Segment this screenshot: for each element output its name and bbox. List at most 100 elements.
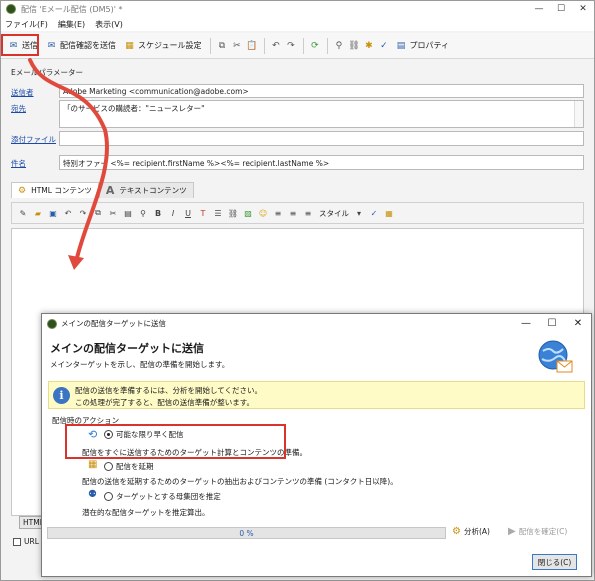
spellcheck-icon[interactable]: ✓ <box>367 204 381 222</box>
close-button[interactable]: ✕ <box>572 1 594 17</box>
redo-icon[interactable]: ↷ <box>76 204 90 222</box>
properties-button[interactable]: ▤ プロパティ <box>392 37 452 55</box>
to-field[interactable]: 「のサービスの購読者："ニュースレター" <box>59 100 584 128</box>
tab-html-label: HTML コンテンツ <box>31 186 92 195</box>
subject-field[interactable]: 特別オファー <%= recipient.firstName %><%= rec… <box>59 155 584 170</box>
schedule-button[interactable]: ▦ スケジュール設定 <box>121 37 204 55</box>
attachment-label[interactable]: 添付ファイル <box>11 131 59 145</box>
tab-html-content[interactable]: ⚙ HTML コンテンツ <box>11 182 99 198</box>
dialog-close-button[interactable]: ✕ <box>565 314 591 333</box>
tab-text-label: テキストコンテンツ <box>119 186 187 195</box>
send-proof-label: 配信確認を送信 <box>60 41 116 50</box>
dialog-subheading: メインターゲットを示し、配信の準備を開始します。 <box>50 360 230 369</box>
subject-label[interactable]: 件名 <box>11 155 59 169</box>
link-icon[interactable]: ⛓ <box>226 204 240 222</box>
to-field-scrollbar[interactable] <box>574 101 583 127</box>
align-right-icon[interactable]: ≡ <box>301 204 315 222</box>
smiley-icon[interactable]: ☺ <box>256 204 270 222</box>
to-row: 宛先 「のサービスの購読者："ニュースレター" <box>11 100 584 128</box>
attachment-row: 添付ファイル <box>11 131 584 146</box>
undo-icon[interactable]: ↶ <box>269 37 282 55</box>
calendar-icon: ▦ <box>125 40 134 51</box>
analyze-label: 分析(A) <box>463 527 490 536</box>
save-icon[interactable]: ▣ <box>46 204 60 222</box>
asap-highlight-box <box>65 424 286 459</box>
calendar-icon: ▦ <box>88 459 98 470</box>
chevron-down-icon[interactable]: ▾ <box>352 204 366 222</box>
text-color-icon[interactable]: T <box>196 204 210 222</box>
dialog-title: メインの配信ターゲットに送信 <box>61 319 166 328</box>
link-icon[interactable]: ⛓ <box>347 37 360 55</box>
copy-icon[interactable]: ⧉ <box>91 204 105 222</box>
option-postpone[interactable]: 配信を延期 <box>104 461 154 472</box>
estimate-option-icon-wrap: ⚉ <box>88 489 97 500</box>
bold-icon[interactable]: B <box>151 204 165 222</box>
from-row: 送信者 Adobe Marketing <communication@adobe… <box>11 84 584 98</box>
editor-toolbar: ✎ ▰ ▣ ↶ ↷ ⧉ ✂ ▤ ⚲ B I U T ☰ ⛓ ▨ ☺ ≡ ≡ ≡ … <box>11 202 584 224</box>
cut-icon[interactable]: ✂ <box>230 37 243 55</box>
app-icon <box>47 318 57 329</box>
cut-icon[interactable]: ✂ <box>106 204 120 222</box>
open-folder-icon[interactable]: ▰ <box>31 204 45 222</box>
clipboard-icon: ▤ <box>396 40 406 51</box>
radio-postpone[interactable] <box>104 462 113 471</box>
italic-icon[interactable]: I <box>166 204 180 222</box>
menu-bar: ファイル(F) 編集(E) 表示(V) <box>1 17 594 31</box>
style-dropdown[interactable]: スタイル <box>319 208 349 219</box>
menu-view[interactable]: 表示(V) <box>95 19 123 30</box>
align-center-icon[interactable]: ≡ <box>286 204 300 222</box>
dialog-minimize-button[interactable]: — <box>513 314 539 333</box>
check-icon[interactable]: ✓ <box>377 37 390 55</box>
confirm-delivery-button[interactable]: ▶ 配信を確定(C) <box>508 526 567 537</box>
progress-bar: 0 % <box>47 527 446 539</box>
analyze-button[interactable]: ⚙ 分析(A) <box>452 526 490 537</box>
refresh-icon[interactable]: ⟳ <box>308 37 321 55</box>
paste-icon[interactable]: ▤ <box>121 204 135 222</box>
option-estimate-label: ターゲットとする母集団を推定 <box>116 492 221 501</box>
menu-file[interactable]: ファイル(F) <box>5 19 48 30</box>
confirm-delivery-label: 配信を確定(C) <box>518 527 568 536</box>
align-left-icon[interactable]: ≡ <box>271 204 285 222</box>
letter-a-icon: A <box>105 184 115 197</box>
personalization-icon[interactable]: ✱ <box>362 37 375 55</box>
underline-icon[interactable]: U <box>181 204 195 222</box>
to-label[interactable]: 宛先 <box>11 100 59 114</box>
progress-label: 0 % <box>239 528 254 538</box>
copy-icon[interactable]: ⧉ <box>215 37 228 55</box>
attachment-field[interactable] <box>59 131 584 146</box>
info-icon: i <box>53 387 70 404</box>
radio-estimate[interactable] <box>104 492 113 501</box>
close-dialog-button[interactable]: 閉じる(C) <box>532 554 577 570</box>
dialog-titlebar: メインの配信ターゲットに送信 — ☐ ✕ <box>42 314 591 333</box>
send-highlight-box <box>1 34 39 56</box>
image-icon[interactable]: ▨ <box>241 204 255 222</box>
dialog-maximize-button[interactable]: ☐ <box>539 314 565 333</box>
content-tabs: ⚙ HTML コンテンツ A テキストコンテンツ <box>11 182 194 198</box>
main-toolbar: ✉ 送信 ✉ 配信確認を送信 ▦ スケジュール設定 ⧉ ✂ 📋 ↶ ↷ ⟳ ⚲ … <box>1 33 594 59</box>
new-document-icon[interactable]: ✎ <box>16 204 30 222</box>
toolbar-divider <box>210 37 212 54</box>
url-checkbox[interactable] <box>13 537 21 546</box>
menu-edit[interactable]: 編集(E) <box>58 19 85 30</box>
undo-icon[interactable]: ↶ <box>61 204 75 222</box>
minimize-button[interactable]: — <box>528 1 550 17</box>
from-field[interactable]: Adobe Marketing <communication@adobe.com… <box>59 84 584 98</box>
find-icon[interactable]: ⚲ <box>136 204 150 222</box>
globe-mail-icon <box>538 340 573 373</box>
maximize-button[interactable]: ☐ <box>550 1 572 17</box>
tab-text-content[interactable]: A テキストコンテンツ <box>98 182 194 198</box>
properties-label: プロパティ <box>409 41 449 50</box>
redo-icon[interactable]: ↷ <box>284 37 297 55</box>
from-label[interactable]: 送信者 <box>11 84 59 98</box>
toolbar-divider <box>303 37 305 54</box>
window-titlebar: 配信 'Eメール配信 (DM5)' * — ☐ ✕ <box>1 1 594 17</box>
dialog-heading: メインの配信ターゲットに送信 <box>50 342 204 355</box>
color-picker-icon[interactable]: ▦ <box>382 204 396 222</box>
send-proof-button[interactable]: ✉ 配信確認を送信 <box>43 37 119 55</box>
paste-icon[interactable]: 📋 <box>245 37 258 55</box>
schedule-label: スケジュール設定 <box>138 41 202 50</box>
attachment-icon[interactable]: ⚲ <box>332 37 345 55</box>
people-icon: ⚉ <box>88 489 97 500</box>
option-estimate[interactable]: ターゲットとする母集団を推定 <box>104 491 221 502</box>
list-icon[interactable]: ☰ <box>211 204 225 222</box>
